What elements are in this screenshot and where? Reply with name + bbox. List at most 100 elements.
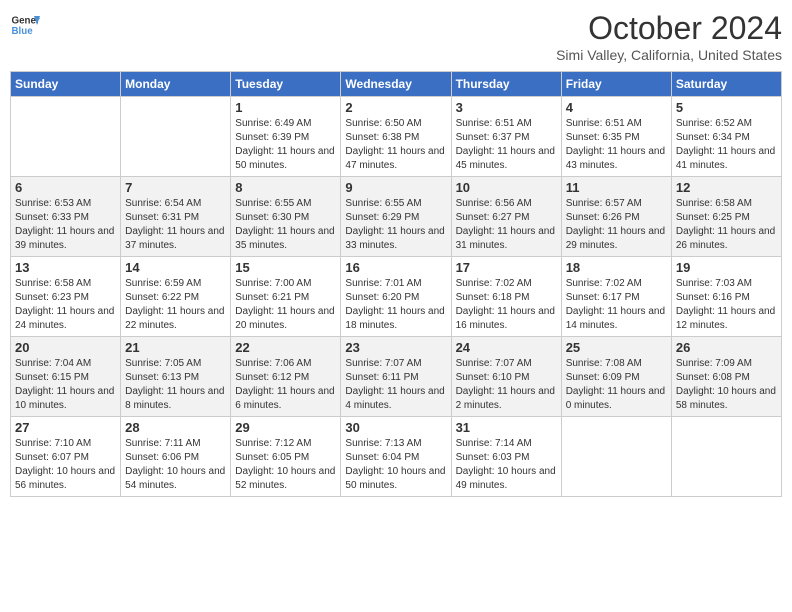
logo-icon: General Blue xyxy=(10,10,40,40)
day-number: 1 xyxy=(235,100,336,115)
title-block: October 2024 Simi Valley, California, Un… xyxy=(556,10,782,63)
week-row-5: 27 Sunrise: 7:10 AM Sunset: 6:07 PM Dayli… xyxy=(11,417,782,497)
day-cell: 2 Sunrise: 6:50 AM Sunset: 6:38 PM Daylig… xyxy=(341,97,451,177)
day-number: 6 xyxy=(15,180,116,195)
day-info: Sunrise: 7:10 AM Sunset: 6:07 PM Dayligh… xyxy=(15,437,116,493)
day-cell: 26 Sunrise: 7:09 AM Sunset: 6:08 PM Dayli… xyxy=(671,337,781,417)
day-number: 23 xyxy=(345,340,446,355)
day-cell: 10 Sunrise: 6:56 AM Sunset: 6:27 PM Dayli… xyxy=(451,177,561,257)
day-number: 4 xyxy=(566,100,667,115)
day-cell xyxy=(11,97,121,177)
day-info: Sunrise: 6:58 AM Sunset: 6:23 PM Dayligh… xyxy=(15,277,116,333)
day-info: Sunrise: 6:57 AM Sunset: 6:26 PM Dayligh… xyxy=(566,197,667,253)
day-info: Sunrise: 7:05 AM Sunset: 6:13 PM Dayligh… xyxy=(125,357,226,413)
day-cell: 21 Sunrise: 7:05 AM Sunset: 6:13 PM Dayli… xyxy=(121,337,231,417)
day-number: 31 xyxy=(456,420,557,435)
day-number: 15 xyxy=(235,260,336,275)
day-number: 24 xyxy=(456,340,557,355)
day-cell xyxy=(561,417,671,497)
day-number: 26 xyxy=(676,340,777,355)
day-info: Sunrise: 6:53 AM Sunset: 6:33 PM Dayligh… xyxy=(15,197,116,253)
day-number: 8 xyxy=(235,180,336,195)
day-number: 18 xyxy=(566,260,667,275)
day-info: Sunrise: 7:07 AM Sunset: 6:11 PM Dayligh… xyxy=(345,357,446,413)
col-header-tuesday: Tuesday xyxy=(231,72,341,97)
day-cell: 6 Sunrise: 6:53 AM Sunset: 6:33 PM Daylig… xyxy=(11,177,121,257)
day-info: Sunrise: 7:09 AM Sunset: 6:08 PM Dayligh… xyxy=(676,357,777,413)
day-info: Sunrise: 6:50 AM Sunset: 6:38 PM Dayligh… xyxy=(345,117,446,173)
day-cell: 19Sunrise: 7:03 AM Sunset: 6:16 PM Dayli… xyxy=(671,257,781,337)
day-number: 21 xyxy=(125,340,226,355)
week-row-2: 6 Sunrise: 6:53 AM Sunset: 6:33 PM Daylig… xyxy=(11,177,782,257)
day-cell: 1Sunrise: 6:49 AM Sunset: 6:39 PM Daylig… xyxy=(231,97,341,177)
day-cell: 11 Sunrise: 6:57 AM Sunset: 6:26 PM Dayli… xyxy=(561,177,671,257)
day-number: 13 xyxy=(15,260,116,275)
col-header-wednesday: Wednesday xyxy=(341,72,451,97)
day-cell: 16 Sunrise: 7:01 AM Sunset: 6:20 PM Dayli… xyxy=(341,257,451,337)
page-header: General Blue October 2024 Simi Valley, C… xyxy=(10,10,782,63)
day-number: 12 xyxy=(676,180,777,195)
day-number: 16 xyxy=(345,260,446,275)
day-cell: 31Sunrise: 7:14 AM Sunset: 6:03 PM Dayli… xyxy=(451,417,561,497)
day-number: 5 xyxy=(676,100,777,115)
day-info: Sunrise: 7:02 AM Sunset: 6:18 PM Dayligh… xyxy=(456,277,557,333)
week-row-4: 20 Sunrise: 7:04 AM Sunset: 6:15 PM Dayli… xyxy=(11,337,782,417)
day-cell: 28Sunrise: 7:11 AM Sunset: 6:06 PM Dayli… xyxy=(121,417,231,497)
day-cell: 24 Sunrise: 7:07 AM Sunset: 6:10 PM Dayli… xyxy=(451,337,561,417)
day-info: Sunrise: 6:51 AM Sunset: 6:35 PM Dayligh… xyxy=(566,117,667,173)
day-number: 20 xyxy=(15,340,116,355)
header-row: SundayMondayTuesdayWednesdayThursdayFrid… xyxy=(11,72,782,97)
day-info: Sunrise: 7:08 AM Sunset: 6:09 PM Dayligh… xyxy=(566,357,667,413)
day-info: Sunrise: 6:54 AM Sunset: 6:31 PM Dayligh… xyxy=(125,197,226,253)
day-number: 30 xyxy=(345,420,446,435)
day-cell: 15 Sunrise: 7:00 AM Sunset: 6:21 PM Dayli… xyxy=(231,257,341,337)
day-info: Sunrise: 7:12 AM Sunset: 6:05 PM Dayligh… xyxy=(235,437,336,493)
day-info: Sunrise: 6:52 AM Sunset: 6:34 PM Dayligh… xyxy=(676,117,777,173)
day-cell: 25 Sunrise: 7:08 AM Sunset: 6:09 PM Dayli… xyxy=(561,337,671,417)
day-number: 14 xyxy=(125,260,226,275)
day-cell: 5 Sunrise: 6:52 AM Sunset: 6:34 PM Daylig… xyxy=(671,97,781,177)
day-number: 9 xyxy=(345,180,446,195)
day-info: Sunrise: 6:59 AM Sunset: 6:22 PM Dayligh… xyxy=(125,277,226,333)
day-info: Sunrise: 7:11 AM Sunset: 6:06 PM Dayligh… xyxy=(125,437,226,493)
day-info: Sunrise: 7:00 AM Sunset: 6:21 PM Dayligh… xyxy=(235,277,336,333)
day-cell: 22Sunrise: 7:06 AM Sunset: 6:12 PM Dayli… xyxy=(231,337,341,417)
day-number: 27 xyxy=(15,420,116,435)
day-cell: 3Sunrise: 6:51 AM Sunset: 6:37 PM Daylig… xyxy=(451,97,561,177)
day-number: 22 xyxy=(235,340,336,355)
day-number: 7 xyxy=(125,180,226,195)
day-number: 11 xyxy=(566,180,667,195)
day-cell: 12 Sunrise: 6:58 AM Sunset: 6:25 PM Dayli… xyxy=(671,177,781,257)
day-cell: 30Sunrise: 7:13 AM Sunset: 6:04 PM Dayli… xyxy=(341,417,451,497)
day-info: Sunrise: 7:04 AM Sunset: 6:15 PM Dayligh… xyxy=(15,357,116,413)
day-number: 17 xyxy=(456,260,557,275)
col-header-saturday: Saturday xyxy=(671,72,781,97)
week-row-3: 13 Sunrise: 6:58 AM Sunset: 6:23 PM Dayli… xyxy=(11,257,782,337)
day-cell xyxy=(121,97,231,177)
day-number: 19 xyxy=(676,260,777,275)
day-cell: 18Sunrise: 7:02 AM Sunset: 6:17 PM Dayli… xyxy=(561,257,671,337)
day-cell: 4 Sunrise: 6:51 AM Sunset: 6:35 PM Daylig… xyxy=(561,97,671,177)
day-info: Sunrise: 6:56 AM Sunset: 6:27 PM Dayligh… xyxy=(456,197,557,253)
week-row-1: 1Sunrise: 6:49 AM Sunset: 6:39 PM Daylig… xyxy=(11,97,782,177)
day-cell: 7 Sunrise: 6:54 AM Sunset: 6:31 PM Daylig… xyxy=(121,177,231,257)
col-header-monday: Monday xyxy=(121,72,231,97)
col-header-friday: Friday xyxy=(561,72,671,97)
day-cell: 29Sunrise: 7:12 AM Sunset: 6:05 PM Dayli… xyxy=(231,417,341,497)
day-number: 10 xyxy=(456,180,557,195)
day-info: Sunrise: 6:55 AM Sunset: 6:30 PM Dayligh… xyxy=(235,197,336,253)
day-cell: 27 Sunrise: 7:10 AM Sunset: 6:07 PM Dayli… xyxy=(11,417,121,497)
col-header-thursday: Thursday xyxy=(451,72,561,97)
day-cell xyxy=(671,417,781,497)
day-cell: 14 Sunrise: 6:59 AM Sunset: 6:22 PM Dayli… xyxy=(121,257,231,337)
day-info: Sunrise: 6:55 AM Sunset: 6:29 PM Dayligh… xyxy=(345,197,446,253)
day-number: 25 xyxy=(566,340,667,355)
day-cell: 20 Sunrise: 7:04 AM Sunset: 6:15 PM Dayli… xyxy=(11,337,121,417)
location: Simi Valley, California, United States xyxy=(556,47,782,63)
day-number: 2 xyxy=(345,100,446,115)
day-info: Sunrise: 6:58 AM Sunset: 6:25 PM Dayligh… xyxy=(676,197,777,253)
day-cell: 17 Sunrise: 7:02 AM Sunset: 6:18 PM Dayli… xyxy=(451,257,561,337)
day-cell: 9 Sunrise: 6:55 AM Sunset: 6:29 PM Daylig… xyxy=(341,177,451,257)
day-info: Sunrise: 7:07 AM Sunset: 6:10 PM Dayligh… xyxy=(456,357,557,413)
day-info: Sunrise: 7:01 AM Sunset: 6:20 PM Dayligh… xyxy=(345,277,446,333)
